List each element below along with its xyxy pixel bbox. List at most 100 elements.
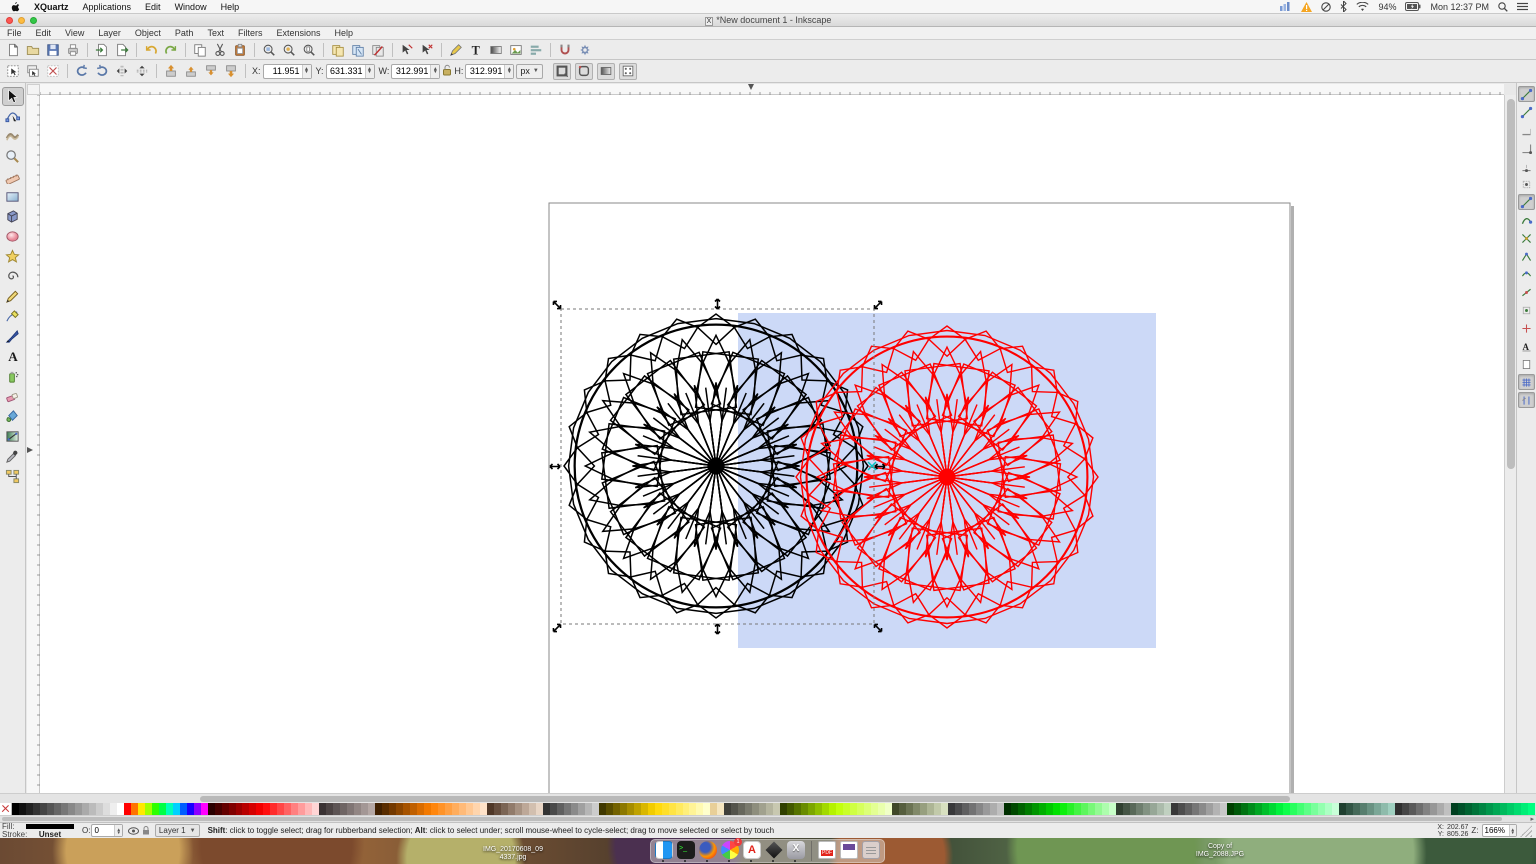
x-input[interactable]	[264, 66, 302, 76]
layer-visibility-icon[interactable]	[128, 827, 139, 835]
palette-swatch[interactable]	[312, 803, 319, 815]
flip-horizontal-button[interactable]	[113, 63, 131, 80]
palette-swatch[interactable]	[494, 803, 501, 815]
palette-swatch[interactable]	[1276, 803, 1283, 815]
tool-pencil[interactable]	[2, 287, 24, 306]
palette-swatch[interactable]	[466, 803, 473, 815]
palette-swatch[interactable]	[1081, 803, 1088, 815]
palette-swatch[interactable]	[857, 803, 864, 815]
text-tool-dialog-button[interactable]: T	[467, 41, 485, 58]
snap-bbox-corners-toggle[interactable]	[1518, 140, 1535, 156]
palette-swatch[interactable]	[1039, 803, 1046, 815]
palette-swatch[interactable]	[1157, 803, 1164, 815]
palette-swatch[interactable]	[473, 803, 480, 815]
palette-swatch[interactable]	[550, 803, 557, 815]
tool-eraser[interactable]	[2, 387, 24, 406]
palette-swatch[interactable]	[683, 803, 690, 815]
palette-swatch[interactable]	[396, 803, 403, 815]
palette-swatch[interactable]	[620, 803, 627, 815]
dock-trash-icon[interactable]	[862, 841, 880, 859]
palette-swatch[interactable]	[1318, 803, 1325, 815]
palette-swatch[interactable]	[1206, 803, 1213, 815]
palette-swatch[interactable]	[1171, 803, 1178, 815]
palette-swatch[interactable]	[1220, 803, 1227, 815]
fill-stroke-indicator[interactable]: Fill: Stroke:Unset	[0, 823, 78, 839]
palette-swatch[interactable]	[557, 803, 564, 815]
tool-tweak[interactable]	[2, 127, 24, 146]
palette-swatch[interactable]	[738, 803, 745, 815]
palette-swatch[interactable]	[641, 803, 648, 815]
undo-button[interactable]	[142, 41, 160, 58]
window-resize-grip[interactable]	[1520, 825, 1532, 837]
macos-menu-edit[interactable]: Edit	[145, 2, 161, 12]
snap-bbox-edges-toggle[interactable]	[1518, 122, 1535, 138]
palette-swatch[interactable]	[1185, 803, 1192, 815]
palette-swatch[interactable]	[585, 803, 592, 815]
palette-swatch[interactable]	[340, 803, 347, 815]
palette-swatch[interactable]	[1346, 803, 1353, 815]
palette-swatch[interactable]	[689, 803, 696, 815]
palette-swatch[interactable]	[1150, 803, 1157, 815]
palette-swatch[interactable]	[1367, 803, 1374, 815]
palette-swatch[interactable]	[1360, 803, 1367, 815]
palette-swatch[interactable]	[445, 803, 452, 815]
palette-swatch[interactable]	[382, 803, 389, 815]
raise-button[interactable]	[182, 63, 200, 80]
lower-button[interactable]	[202, 63, 220, 80]
palette-swatch[interactable]	[836, 803, 843, 815]
palette-swatch[interactable]	[19, 803, 26, 815]
snap-page-border-toggle[interactable]	[1518, 356, 1535, 372]
palette-swatch[interactable]	[990, 803, 997, 815]
palette-swatch[interactable]	[187, 803, 194, 815]
palette-swatch[interactable]	[997, 803, 1004, 815]
snap-rotation-centers-toggle[interactable]	[1518, 320, 1535, 336]
palette-swatch[interactable]	[1437, 803, 1444, 815]
palette-swatch[interactable]	[1178, 803, 1185, 815]
snap-text-baseline-toggle[interactable]: A	[1518, 338, 1535, 354]
rotate-cw-button[interactable]	[93, 63, 111, 80]
h-input[interactable]	[466, 66, 504, 76]
dock-acrobat-icon[interactable]: A	[743, 841, 761, 859]
palette-swatch[interactable]	[103, 803, 110, 815]
horizontal-scrollbar-thumb[interactable]	[200, 796, 1290, 802]
palette-swatch[interactable]	[1416, 803, 1423, 815]
new-document-button[interactable]	[4, 41, 22, 58]
palette-swatch[interactable]	[920, 803, 927, 815]
window-titlebar[interactable]: X*New document 1 - Inkscape	[0, 14, 1536, 27]
image-dialog-button[interactable]	[507, 41, 525, 58]
palette-swatch[interactable]	[1465, 803, 1472, 815]
palette-swatch[interactable]	[47, 803, 54, 815]
palette-swatch[interactable]	[487, 803, 494, 815]
palette-swatch[interactable]	[1423, 803, 1430, 815]
palette-swatch[interactable]	[843, 803, 850, 815]
tool-measure[interactable]	[2, 167, 24, 186]
palette-swatch[interactable]	[1479, 803, 1486, 815]
tool-zoom[interactable]	[2, 147, 24, 166]
palette-swatch[interactable]	[298, 803, 305, 815]
palette-swatch[interactable]	[710, 803, 717, 815]
palette-swatch[interactable]	[745, 803, 752, 815]
paste-button[interactable]	[231, 41, 249, 58]
palette-swatch[interactable]	[1088, 803, 1095, 815]
palette-swatch[interactable]	[284, 803, 291, 815]
tool-dropper[interactable]	[2, 447, 24, 466]
palette-swatch[interactable]	[424, 803, 431, 815]
open-button[interactable]	[24, 41, 42, 58]
snap-guides-toggle[interactable]	[1518, 392, 1535, 408]
palette-swatch[interactable]	[1381, 803, 1388, 815]
vertical-scrollbar[interactable]	[1504, 95, 1516, 793]
snap-midpoints-toggle[interactable]	[1518, 284, 1535, 300]
palette-swatch[interactable]	[431, 803, 438, 815]
layer-lock-icon[interactable]	[142, 826, 150, 835]
w-input[interactable]	[392, 66, 430, 76]
save-button[interactable]	[44, 41, 62, 58]
paste-in-place-button[interactable]	[418, 41, 436, 58]
palette-swatch[interactable]	[1262, 803, 1269, 815]
palette-swatch[interactable]	[864, 803, 871, 815]
snap-bbox-midpoints-toggle[interactable]	[1518, 158, 1535, 174]
palette-swatch[interactable]	[110, 803, 117, 815]
palette-swatch[interactable]	[1123, 803, 1130, 815]
zoom-selection-button[interactable]	[260, 41, 278, 58]
vertical-scrollbar-thumb[interactable]	[1507, 99, 1515, 469]
palette-swatch[interactable]	[1143, 803, 1150, 815]
